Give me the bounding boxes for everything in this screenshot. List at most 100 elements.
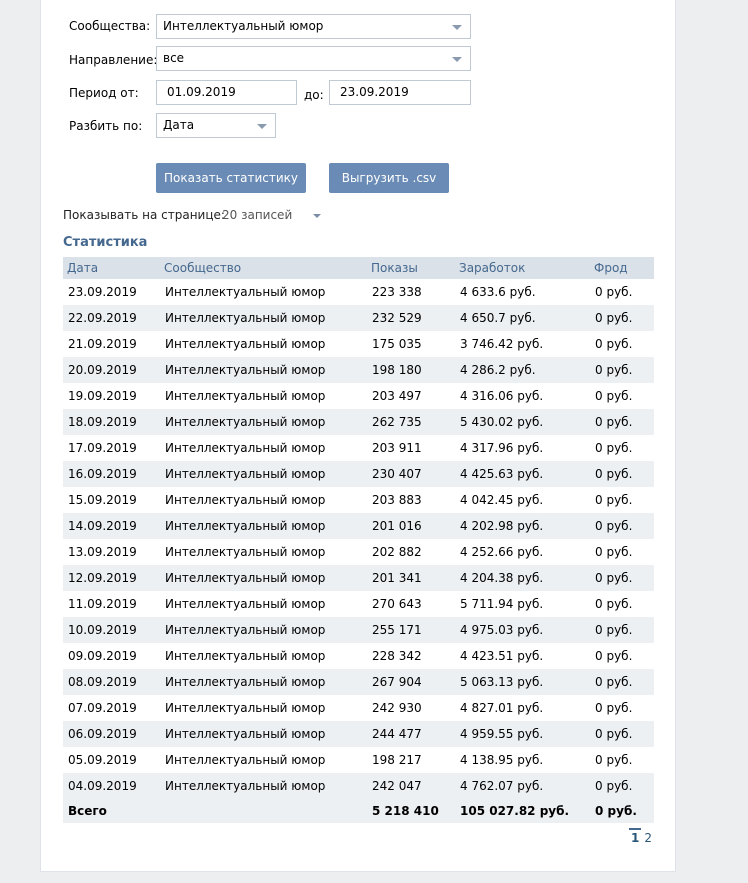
table-row: 23.09.2019 Интеллектуальный юмор 223 338 4 …: [63, 279, 654, 305]
table-row: 21.09.2019 Интеллектуальный юмор 175 035 3 …: [63, 331, 654, 357]
chevron-down-icon: [452, 25, 462, 30]
cell-date: 08.09.2019: [63, 669, 160, 695]
cell-date: 15.09.2019: [68, 493, 137, 507]
cell-date: 16.09.2019: [63, 461, 160, 487]
chevron-down-icon[interactable]: [313, 214, 321, 218]
cell-impressions: 242 930: [372, 701, 422, 715]
column-header-date[interactable]: Дата: [63, 257, 160, 279]
cell-fraud: 0 руб.: [590, 409, 654, 435]
total-label: Всего: [63, 799, 160, 823]
table-row: 08.09.2019 Интеллектуальный юмор 267 904 5 …: [63, 669, 654, 695]
cell-community: Интеллектуальный юмор: [165, 753, 326, 767]
period-from-input[interactable]: [167, 85, 290, 99]
cell-date: 19.09.2019: [68, 389, 137, 403]
cell-impressions: 255 171: [367, 617, 455, 643]
cell-impressions: 270 643: [372, 597, 422, 611]
split-select-value: Дата: [163, 118, 195, 132]
column-header-community[interactable]: Сообщество: [160, 257, 367, 279]
period-from-field[interactable]: [156, 80, 297, 105]
export-csv-button[interactable]: Выгрузить .csv: [329, 163, 449, 193]
column-header-earnings[interactable]: Заработок: [455, 257, 590, 279]
cell-earnings: 4 202.98 руб.: [455, 513, 590, 539]
cell-fraud: 0 руб.: [590, 617, 654, 643]
cell-impressions: 230 407: [367, 461, 455, 487]
cell-date: 21.09.2019: [68, 337, 137, 351]
cell-date: 05.09.2019: [68, 753, 137, 767]
cell-fraud: 0 руб.: [595, 441, 633, 455]
period-to-input[interactable]: [340, 85, 464, 99]
period-to-label: до:: [304, 88, 324, 102]
cell-earnings: 5 711.94 руб.: [460, 597, 544, 611]
cell-impressions: 203 497: [372, 389, 422, 403]
cell-fraud: 0 руб.: [590, 461, 654, 487]
column-header-fraud[interactable]: Фрод: [590, 257, 654, 279]
table-row: 04.09.2019 Интеллектуальный юмор 242 047 4 …: [63, 773, 654, 799]
cell-earnings: 4 286.2 руб.: [455, 357, 590, 383]
cell-community: Интеллектуальный юмор: [165, 545, 326, 559]
total-empty: [160, 799, 367, 823]
cell-earnings: 4 959.55 руб.: [455, 721, 590, 747]
table-row: 09.09.2019 Интеллектуальный юмор 228 342 4 …: [63, 643, 654, 669]
column-header-impressions[interactable]: Показы: [367, 257, 455, 279]
cell-fraud: 0 руб.: [595, 649, 633, 663]
cell-earnings: 4 827.01 руб.: [460, 701, 544, 715]
cell-impressions: 228 342: [372, 649, 422, 663]
direction-select[interactable]: все: [156, 46, 471, 71]
cell-date: 12.09.2019: [63, 565, 160, 591]
per-page-select[interactable]: 20 записей: [222, 208, 292, 222]
cell-date: 11.09.2019: [68, 597, 137, 611]
cell-community: Интеллектуальный юмор: [160, 565, 367, 591]
cell-earnings: 4 650.7 руб.: [455, 305, 590, 331]
table-header-row: Дата Сообщество Показы Заработок Фрод: [63, 257, 654, 279]
cell-impressions: 198 217: [372, 753, 422, 767]
total-earnings: 105 027.82 руб.: [455, 799, 590, 823]
cell-impressions: 175 035: [372, 337, 422, 351]
cell-community: Интеллектуальный юмор: [165, 649, 326, 663]
cell-fraud: 0 руб.: [590, 773, 654, 799]
stats-table: Дата Сообщество Показы Заработок Фрод 23…: [63, 257, 654, 823]
cell-community: Интеллектуальный юмор: [160, 617, 367, 643]
cell-fraud: 0 руб.: [595, 545, 633, 559]
cell-community: Интеллектуальный юмор: [160, 461, 367, 487]
table-row: 11.09.2019 Интеллектуальный юмор 270 643 5 …: [63, 591, 654, 617]
direction-select-value: все: [163, 51, 185, 65]
split-select[interactable]: Дата: [156, 113, 276, 138]
cell-fraud: 0 руб.: [595, 753, 633, 767]
cell-earnings: 4 762.07 руб.: [455, 773, 590, 799]
page-link[interactable]: 2: [644, 831, 652, 845]
community-select[interactable]: Интеллектуальный юмор: [156, 14, 471, 39]
split-label: Разбить по:: [69, 119, 143, 133]
show-stats-button[interactable]: Показать статистику: [156, 163, 306, 193]
cell-earnings: 4 423.51 руб.: [460, 649, 544, 663]
cell-date: 13.09.2019: [68, 545, 137, 559]
cell-community: Интеллектуальный юмор: [160, 721, 367, 747]
community-select-value: Интеллектуальный юмор: [163, 19, 324, 33]
cell-impressions: 203 883: [372, 493, 422, 507]
table-row: 22.09.2019 Интеллектуальный юмор 232 529 4 …: [63, 305, 654, 331]
community-label: Сообщества:: [69, 19, 151, 33]
cell-date: 09.09.2019: [68, 649, 137, 663]
table-row: 05.09.2019 Интеллектуальный юмор 198 217 4 …: [63, 747, 654, 773]
cell-community: Интеллектуальный юмор: [160, 773, 367, 799]
cell-fraud: 0 руб.: [595, 389, 633, 403]
cell-date: 23.09.2019: [68, 285, 137, 299]
stats-panel: Сообщества: Интеллектуальный юмор Направ…: [40, 0, 676, 872]
cell-impressions: 267 904: [367, 669, 455, 695]
chevron-down-icon: [452, 57, 462, 62]
table-row: 10.09.2019 Интеллектуальный юмор 255 171 4 …: [63, 617, 654, 643]
cell-earnings: 4 316.06 руб.: [460, 389, 544, 403]
cell-date: 04.09.2019: [63, 773, 160, 799]
per-page-label: Показывать на странице:: [63, 208, 225, 222]
table-row: 18.09.2019 Интеллектуальный юмор 262 735 5 …: [63, 409, 654, 435]
cell-impressions: 262 735: [367, 409, 455, 435]
cell-earnings: 4 138.95 руб.: [460, 753, 544, 767]
cell-date: 10.09.2019: [63, 617, 160, 643]
cell-earnings: 5 063.13 руб.: [455, 669, 590, 695]
cell-community: Интеллектуальный юмор: [160, 513, 367, 539]
cell-date: 17.09.2019: [68, 441, 137, 455]
cell-fraud: 0 руб.: [595, 493, 633, 507]
period-to-field[interactable]: [329, 80, 471, 105]
total-row: Всего 5 218 410 105 027.82 руб. 0 руб.: [63, 799, 654, 823]
cell-community: Интеллектуальный юмор: [165, 285, 326, 299]
table-row: 14.09.2019 Интеллектуальный юмор 201 016 4 …: [63, 513, 654, 539]
